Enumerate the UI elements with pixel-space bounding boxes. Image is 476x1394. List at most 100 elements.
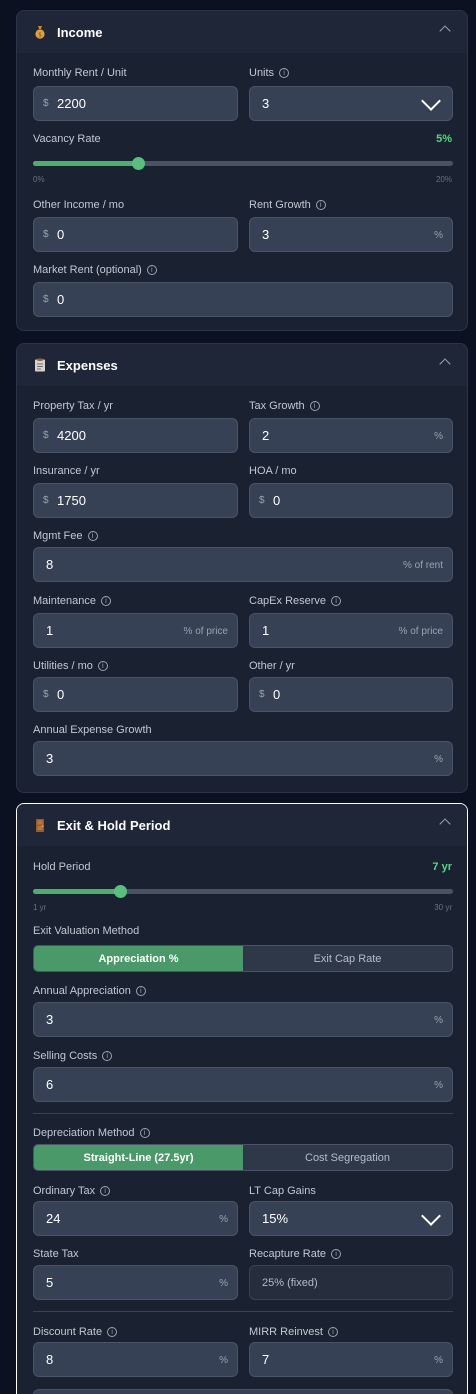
vacancy-min-label: 0%	[33, 175, 45, 184]
vacancy-slider-thumb[interactable]	[132, 157, 145, 170]
info-icon[interactable]: i	[97, 661, 108, 671]
annual-growth-value: 3	[46, 751, 54, 766]
market-rent-input[interactable]: $ 0	[33, 282, 453, 317]
mirr-reinvest-input[interactable]: 7 %	[249, 1342, 453, 1377]
currency-prefix: $	[43, 689, 49, 700]
info-icon[interactable]: i	[87, 531, 98, 541]
capex-input[interactable]: 1 % of price	[249, 613, 453, 648]
door-icon	[33, 818, 47, 832]
currency-prefix: $	[43, 430, 49, 441]
mgmt-fee-label: Mgmt Fee i	[33, 530, 98, 542]
utilities-input[interactable]: $ 0	[33, 677, 238, 712]
chevron-up-icon[interactable]	[439, 358, 451, 370]
hoa-input[interactable]: $ 0	[249, 483, 453, 518]
recapture-rate-label: Recapture Rate i	[249, 1248, 342, 1260]
market-rent-value: 0	[57, 292, 65, 307]
info-icon[interactable]: i	[309, 401, 320, 411]
exit-panel: Exit & Hold Period Hold Period 7 yr 1 yr…	[16, 803, 468, 1394]
property-tax-input[interactable]: $ 4200	[33, 418, 238, 453]
lt-cap-gains-select[interactable]: 15%	[249, 1201, 453, 1236]
mirr-reinvest-label: MIRR Reinvest i	[249, 1326, 338, 1338]
appreciation-input[interactable]: 3 %	[33, 1002, 453, 1037]
maintenance-value: 1	[46, 623, 54, 638]
info-icon[interactable]: i	[327, 1327, 338, 1337]
info-icon[interactable]: i	[331, 596, 342, 606]
utilities-label: Utilities / mo i	[33, 660, 108, 672]
money-bag-icon: $	[33, 25, 47, 39]
next-field-partial[interactable]	[33, 1389, 453, 1394]
currency-prefix: $	[259, 495, 265, 506]
recapture-rate-value: 25% (fixed)	[262, 1277, 318, 1289]
units-label: Units i	[249, 67, 290, 79]
annual-growth-input[interactable]: 3 %	[33, 741, 453, 776]
lt-cap-gains-label: LT Cap Gains	[249, 1185, 316, 1197]
tax-growth-input[interactable]: 2 %	[249, 418, 453, 453]
lt-cap-gains-value: 15%	[262, 1211, 289, 1226]
recapture-rate-field: 25% (fixed)	[249, 1265, 453, 1300]
currency-prefix: $	[259, 689, 265, 700]
percent-suffix: %	[219, 1214, 228, 1225]
income-panel-header[interactable]: $ Income	[17, 11, 467, 53]
hold-period-value: 7 yr	[432, 861, 452, 873]
maintenance-label: Maintenance i	[33, 595, 111, 607]
info-icon[interactable]: i	[315, 200, 326, 210]
chevron-up-icon[interactable]	[439, 818, 451, 830]
insurance-input[interactable]: $ 1750	[33, 483, 238, 518]
income-panel: $ Income Monthly Rent / Unit $ 2200 Unit…	[16, 10, 468, 331]
vacancy-slider[interactable]	[33, 157, 453, 170]
units-select[interactable]: 3	[249, 86, 453, 121]
chevron-up-icon[interactable]	[439, 25, 451, 37]
currency-prefix: $	[43, 495, 49, 506]
discount-rate-value: 8	[46, 1352, 54, 1367]
selling-costs-input[interactable]: 6 %	[33, 1067, 453, 1102]
state-tax-input[interactable]: 5 %	[33, 1265, 238, 1300]
info-icon[interactable]: i	[139, 1128, 150, 1138]
unit-suffix: % of price	[183, 626, 228, 637]
currency-prefix: $	[43, 98, 49, 109]
discount-rate-input[interactable]: 8 %	[33, 1342, 238, 1377]
exit-panel-header[interactable]: Exit & Hold Period	[17, 804, 467, 846]
rent-growth-input[interactable]: 3 %	[249, 217, 453, 252]
state-tax-label: State Tax	[33, 1248, 79, 1260]
info-icon[interactable]: i	[135, 986, 146, 996]
hold-period-slider-thumb[interactable]	[113, 885, 127, 898]
vacancy-max-label: 20%	[435, 175, 452, 184]
utilities-value: 0	[57, 687, 65, 702]
annual-growth-label: Annual Expense Growth	[33, 724, 152, 736]
info-icon[interactable]: i	[101, 596, 111, 606]
valuation-method-toggle[interactable]: Appreciation % Exit Cap Rate	[33, 945, 453, 972]
cost-segregation-option[interactable]: Cost Segregation	[243, 1145, 452, 1170]
maintenance-input[interactable]: 1 % of price	[33, 613, 238, 648]
ordinary-tax-input[interactable]: 24 %	[33, 1201, 238, 1236]
other-expense-value: 0	[273, 687, 281, 702]
appreciation-label: Annual Appreciation i	[33, 985, 146, 997]
expenses-panel-header[interactable]: Expenses	[17, 344, 467, 386]
exit-cap-rate-option[interactable]: Exit Cap Rate	[243, 946, 452, 971]
hold-period-slider[interactable]	[33, 885, 453, 898]
unit-suffix: % of rent	[402, 560, 443, 571]
unit-suffix: % of price	[398, 626, 443, 637]
monthly-rent-input[interactable]: $ 2200	[33, 86, 238, 121]
info-icon[interactable]: i	[146, 265, 157, 275]
info-icon[interactable]: i	[279, 68, 290, 78]
appreciation-option[interactable]: Appreciation %	[34, 946, 243, 971]
section-divider	[33, 1311, 453, 1312]
other-income-input[interactable]: $ 0	[33, 217, 238, 252]
vacancy-value: 5%	[436, 133, 452, 145]
percent-suffix: %	[434, 230, 443, 241]
info-icon[interactable]: i	[100, 1186, 111, 1196]
rent-growth-label: Rent Growth i	[249, 199, 326, 211]
percent-suffix: %	[434, 431, 443, 442]
percent-suffix: %	[219, 1278, 228, 1289]
info-icon[interactable]: i	[102, 1051, 113, 1061]
chevron-down-icon	[421, 91, 441, 111]
hold-min-label: 1 yr	[33, 903, 47, 912]
units-value: 3	[262, 96, 270, 111]
straight-line-option[interactable]: Straight-Line (27.5yr)	[34, 1145, 243, 1170]
mgmt-fee-input[interactable]: 8 % of rent	[33, 547, 453, 582]
other-expense-input[interactable]: $ 0	[249, 677, 453, 712]
hoa-value: 0	[273, 493, 281, 508]
info-icon[interactable]: i	[107, 1327, 118, 1337]
info-icon[interactable]: i	[331, 1249, 342, 1259]
depreciation-method-toggle[interactable]: Straight-Line (27.5yr) Cost Segregation	[33, 1144, 453, 1171]
